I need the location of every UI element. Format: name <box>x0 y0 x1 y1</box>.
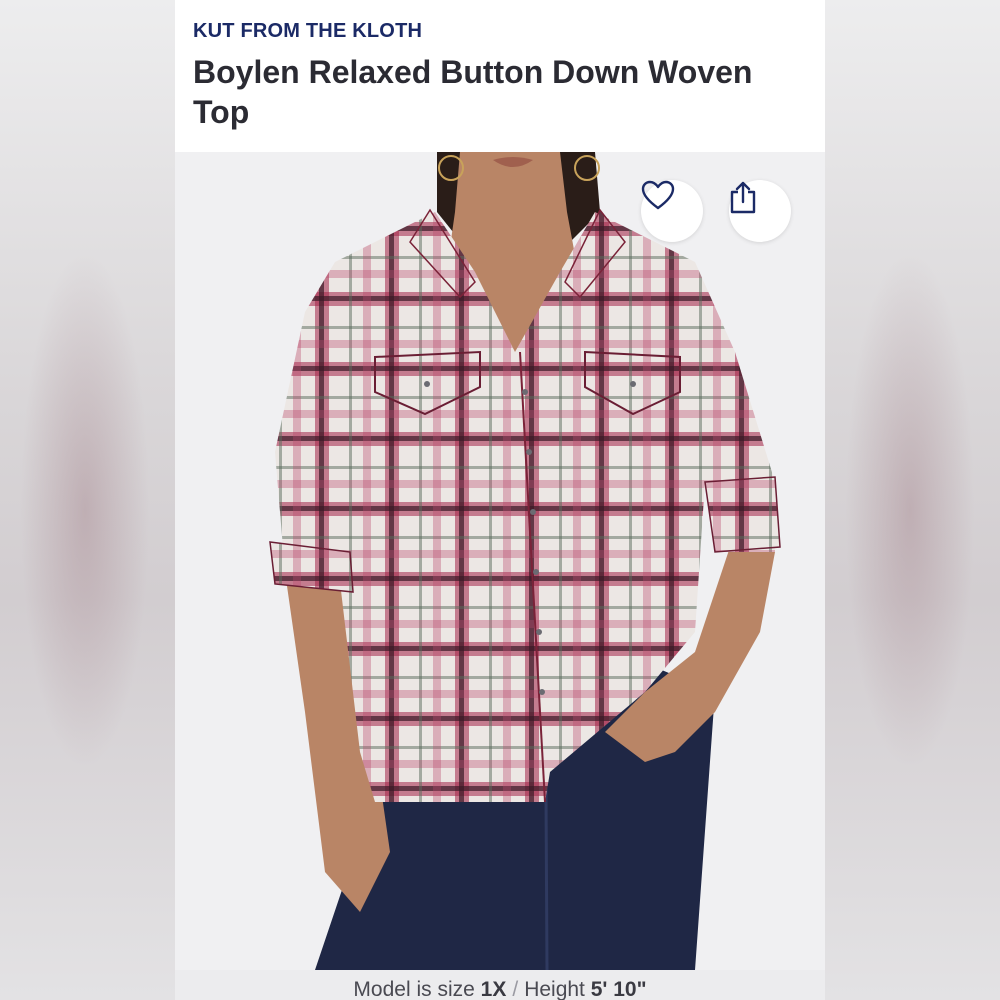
product-image[interactable] <box>175 152 825 970</box>
model-photo <box>175 152 825 970</box>
background-blur-right <box>825 0 1000 1000</box>
product-title: Boylen Relaxed Button Down Woven Top <box>193 54 753 130</box>
brand-name[interactable]: KUT FROM THE KLOTH <box>193 20 422 43</box>
model-height-label: Height <box>524 978 585 1000</box>
model-info-separator: / <box>512 978 519 1000</box>
model-size-value: 1X <box>480 978 507 1000</box>
model-height-value: 5' 10" <box>590 978 647 1000</box>
heart-icon <box>641 180 675 210</box>
product-header: KUT FROM THE KLOTH Boylen Relaxed Button… <box>175 0 825 152</box>
share-icon <box>730 181 756 214</box>
model-size-label: Model is size <box>353 978 475 1000</box>
model-info: Model is size 1X / Height 5' 10" <box>175 970 825 1000</box>
share-button[interactable] <box>729 180 791 242</box>
favorite-button[interactable] <box>641 180 703 242</box>
product-card: KUT FROM THE KLOTH Boylen Relaxed Button… <box>175 0 825 1000</box>
background-blur-left <box>0 0 175 1000</box>
